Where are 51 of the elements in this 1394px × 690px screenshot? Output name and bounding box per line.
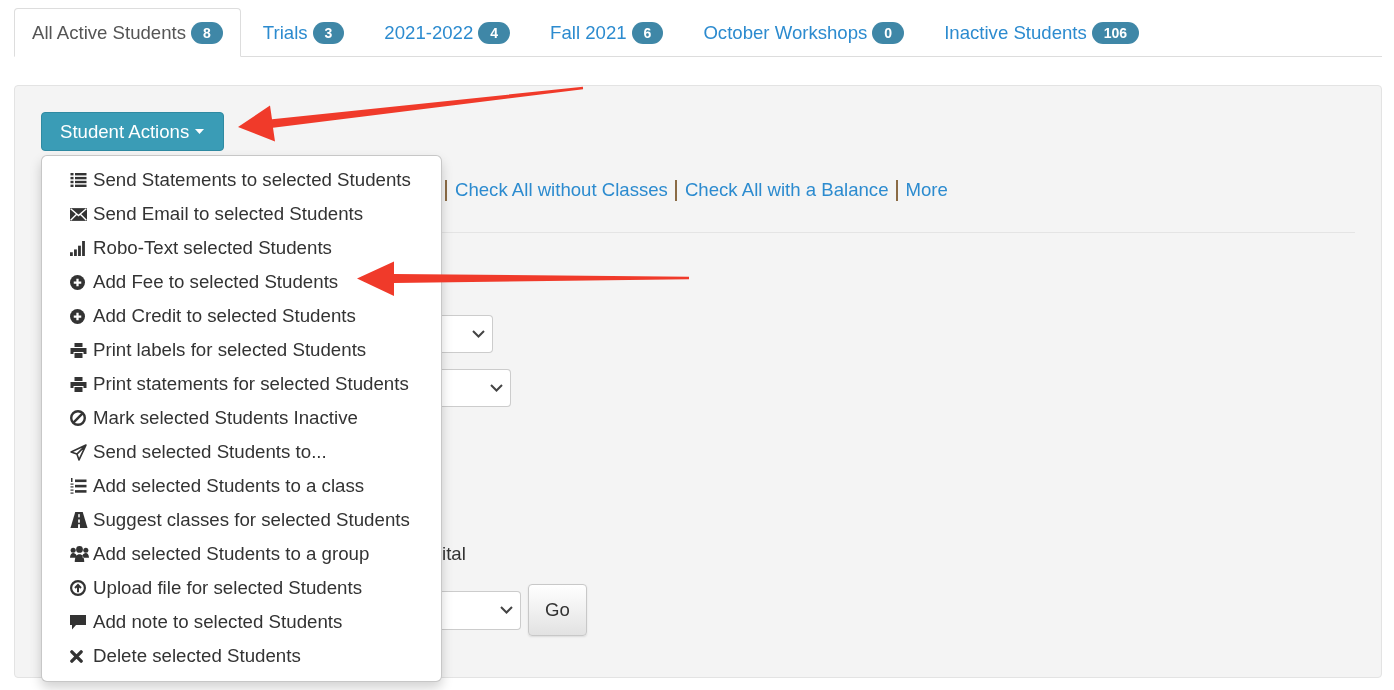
printer-icon	[70, 376, 87, 392]
menu-item[interactable]: Send selected Students to...	[42, 435, 441, 469]
cross-icon	[70, 649, 83, 663]
count-badge: 8	[191, 21, 223, 44]
select-field[interactable]	[442, 590, 521, 630]
menu-item[interactable]: Upload file for selected Students	[42, 571, 441, 605]
select-field[interactable]	[442, 315, 493, 353]
menu-item[interactable]: Robo-Text selected Students	[42, 231, 441, 265]
envelope-icon	[70, 207, 87, 221]
menu-item[interactable]: Delete selected Students	[42, 639, 441, 673]
menu-item[interactable]: Mark selected Students Inactive	[42, 401, 441, 435]
menu-item[interactable]: Add Credit to selected Students	[42, 299, 441, 333]
arrow-up-circle-icon	[70, 580, 86, 596]
paper-plane-icon	[70, 443, 87, 461]
tab[interactable]: Inactive Students 106	[926, 8, 1158, 57]
comment-icon	[70, 614, 86, 630]
count-badge: 106	[1091, 21, 1140, 44]
plus-circle-icon	[70, 308, 85, 324]
plus-circle-icon	[70, 274, 85, 290]
road-icon	[70, 512, 88, 528]
menu-item[interactable]: Add selected Students to a class	[42, 469, 441, 503]
tab[interactable]: October Workshops 0	[685, 8, 923, 57]
menu-item[interactable]: Add selected Students to a group	[42, 537, 441, 571]
chevron-down-icon	[490, 384, 503, 392]
caret-icon	[195, 129, 205, 134]
go-button[interactable]: Go	[528, 584, 587, 636]
count-badge: 3	[312, 21, 345, 44]
printer-icon	[70, 342, 87, 358]
menu-item[interactable]: Suggest classes for selected Students	[42, 503, 441, 537]
ban-icon	[70, 410, 86, 426]
tab[interactable]: 2021-2022 4	[366, 8, 529, 57]
signal-bars-icon	[70, 240, 85, 256]
count-badge: 0	[872, 21, 905, 44]
tab[interactable]: Fall 2021 6	[532, 8, 682, 57]
menu-item[interactable]: Add Fee to selected Students	[42, 265, 441, 299]
people-icon	[70, 546, 89, 562]
label-text: ital	[442, 543, 466, 564]
tab[interactable]: All Active Students 8	[14, 8, 241, 57]
chevron-down-icon	[500, 606, 513, 614]
chevron-down-icon	[472, 330, 485, 338]
numbered-list-icon	[70, 478, 87, 494]
menu-item[interactable]: Add note to selected Students	[42, 605, 441, 639]
count-badge: 4	[478, 21, 511, 44]
tab[interactable]: Trials 3	[244, 8, 363, 57]
menu-item[interactable]: Send Email to selected Students	[42, 197, 441, 231]
menu-item[interactable]: Print labels for selected Students	[42, 333, 441, 367]
list-icon	[70, 173, 87, 187]
menu-item[interactable]: Print statements for selected Students	[42, 367, 441, 401]
select-field[interactable]	[442, 369, 511, 407]
menu-item[interactable]: Send Statements to selected Students	[42, 163, 441, 197]
count-badge: 6	[631, 21, 664, 44]
